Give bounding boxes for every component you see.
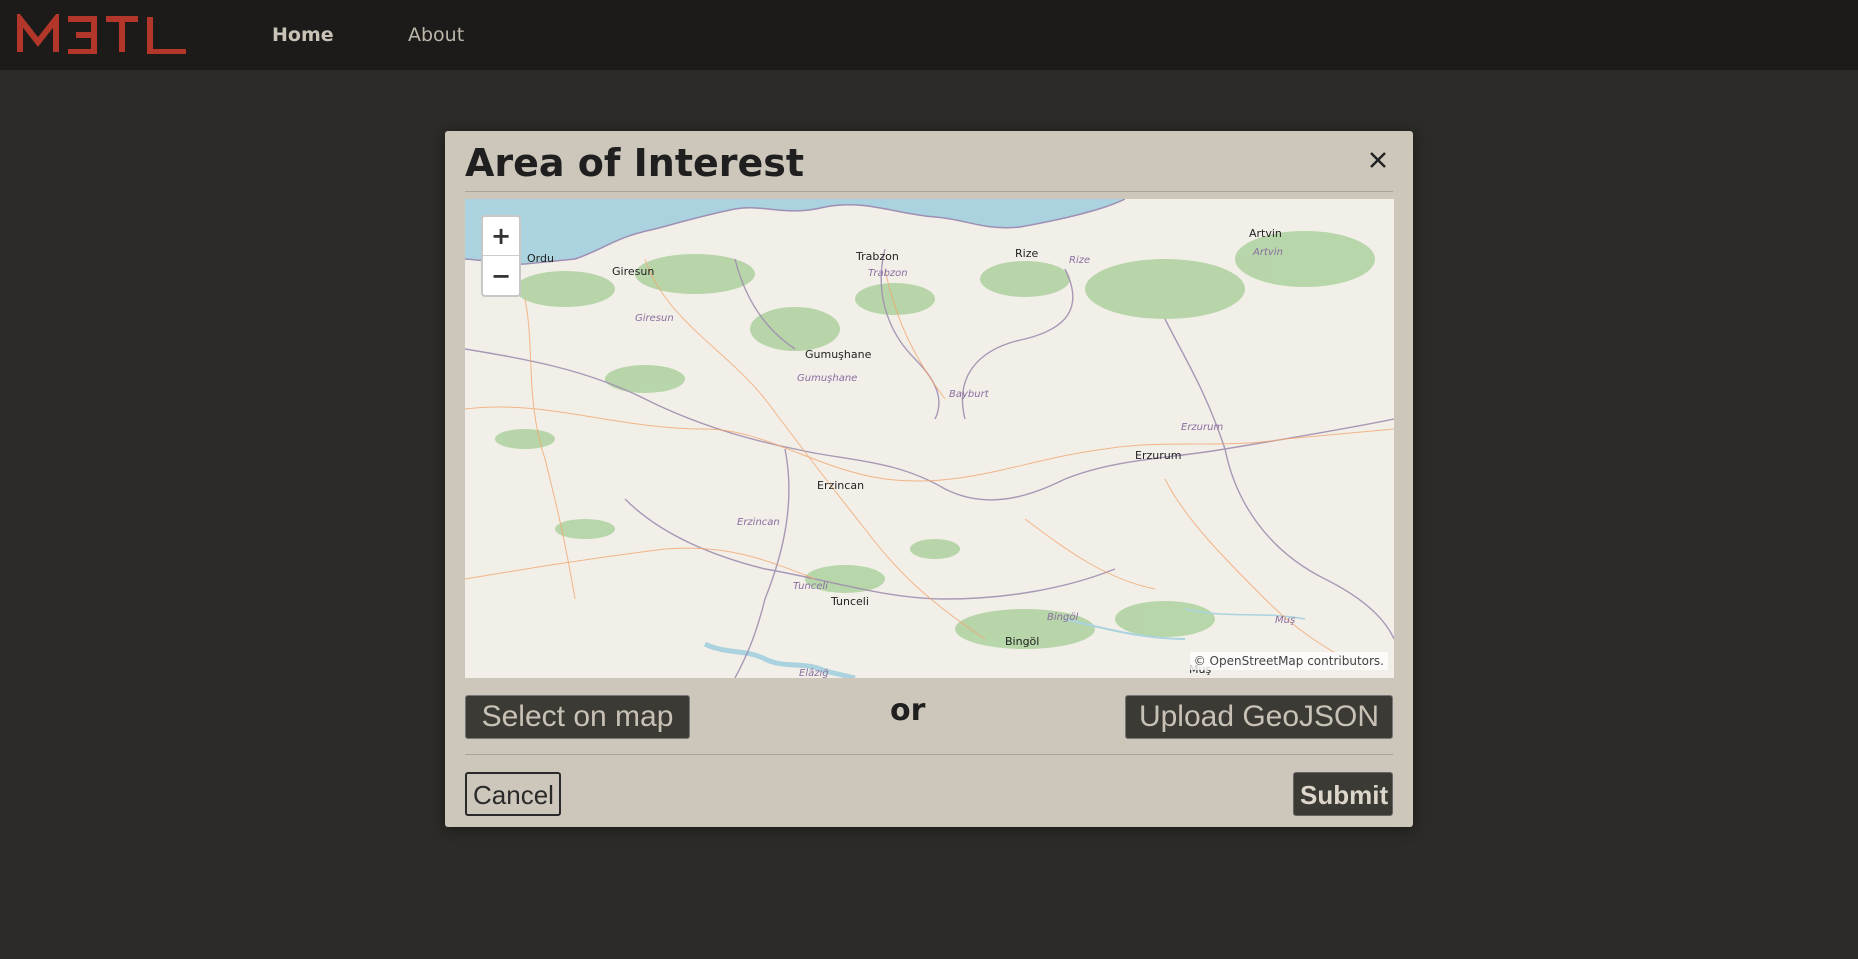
nav-home-link[interactable]: Home xyxy=(272,24,334,46)
or-separator: or xyxy=(890,693,926,728)
map-view[interactable]: Ordu Giresun Giresun Trabzon Trabzon Riz… xyxy=(465,199,1394,678)
map-attribution[interactable]: © OpenStreetMap contributors. xyxy=(1189,652,1388,670)
place-ordu: Ordu xyxy=(527,252,554,265)
place-trabzon: Trabzon xyxy=(855,250,899,263)
prov-gumushane: Gumuşhane xyxy=(797,373,857,384)
prov-giresun: Giresun xyxy=(635,313,674,324)
upload-geojson-button[interactable]: Upload GeoJSON xyxy=(1125,695,1393,739)
prov-bayburt: Bayburt xyxy=(949,389,990,400)
footer-divider xyxy=(465,754,1393,755)
prov-tunceli: Tunceli xyxy=(793,581,828,592)
prov-elazig: Elâzığ xyxy=(799,667,829,678)
prov-erzurum: Erzurum xyxy=(1181,422,1223,433)
submit-button[interactable]: Submit xyxy=(1293,772,1393,816)
place-erzurum: Erzurum xyxy=(1135,449,1181,462)
place-artvin: Artvin xyxy=(1249,227,1282,240)
map-tiles: Ordu Giresun Giresun Trabzon Trabzon Riz… xyxy=(465,199,1394,678)
prov-bingol: Bingöl xyxy=(1047,612,1078,623)
prov-mus: Muş xyxy=(1275,615,1295,626)
nav-about-link[interactable]: About xyxy=(408,24,464,46)
zoom-in-button[interactable]: + xyxy=(483,217,519,256)
prov-artvin: Artvin xyxy=(1252,247,1283,258)
place-erzincan: Erzincan xyxy=(817,479,864,492)
area-of-interest-modal: Area of Interest Ordu Giresun Giresun Tr… xyxy=(445,131,1413,827)
place-tunceli: Tunceli xyxy=(830,595,869,608)
place-bingol: Bingöl xyxy=(1005,635,1039,648)
prov-trabzon: Trabzon xyxy=(868,268,908,279)
place-rize: Rize xyxy=(1015,247,1038,260)
zoom-control: + − xyxy=(481,215,521,297)
header-divider xyxy=(465,191,1393,192)
zoom-out-button[interactable]: − xyxy=(483,257,519,295)
select-on-map-button[interactable]: Select on map xyxy=(465,695,690,739)
m3tl-logo[interactable] xyxy=(16,14,188,54)
place-gumushane: Gumuşhane xyxy=(805,348,872,361)
prov-rize: Rize xyxy=(1069,255,1090,266)
cancel-button[interactable]: Cancel xyxy=(465,772,561,816)
modal-title: Area of Interest xyxy=(465,141,805,185)
place-giresun: Giresun xyxy=(612,265,654,278)
prov-erzincan: Erzincan xyxy=(737,517,780,528)
top-navbar: Home About xyxy=(0,0,1858,70)
close-icon[interactable] xyxy=(1365,147,1391,173)
